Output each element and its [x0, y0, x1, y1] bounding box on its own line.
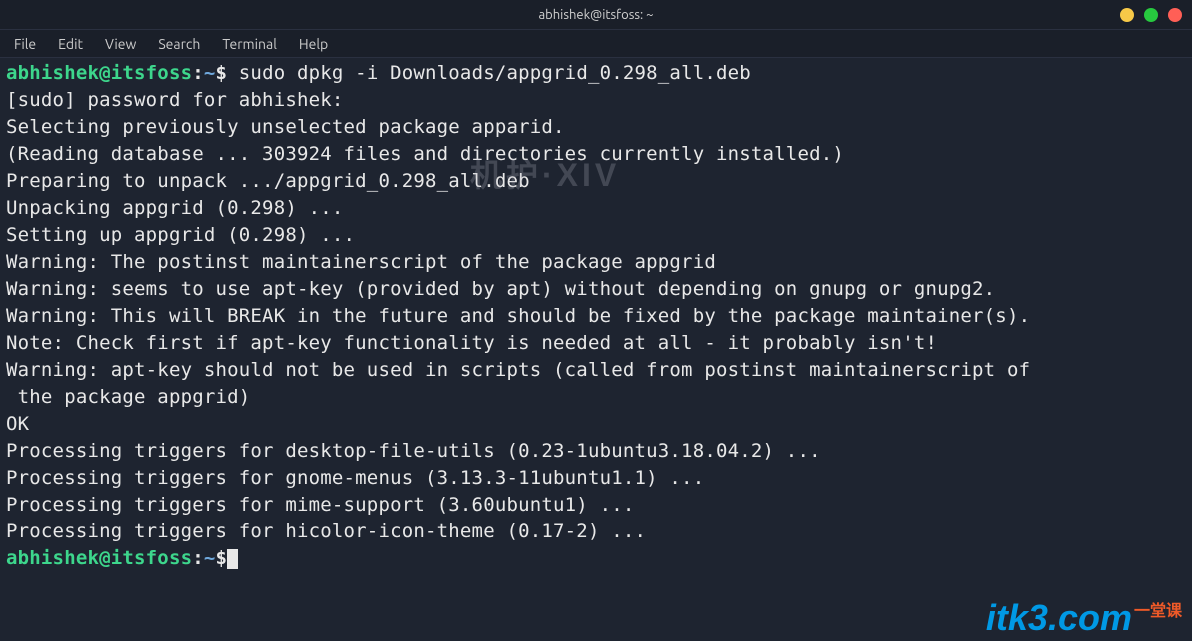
- output-line: Processing triggers for mime-support (3.…: [6, 492, 1186, 519]
- menubar: File Edit View Search Terminal Help: [0, 30, 1192, 58]
- window-title: abhishek@itsfoss: ~: [538, 8, 653, 22]
- terminal-body[interactable]: abhishek@itsfoss:~$ sudo dpkg -i Downloa…: [0, 58, 1192, 574]
- menu-terminal[interactable]: Terminal: [222, 36, 277, 52]
- output-line: Processing triggers for desktop-file-uti…: [6, 438, 1186, 465]
- output-line: Processing triggers for hicolor-icon-the…: [6, 518, 1186, 545]
- output-line: [sudo] password for abhishek:: [6, 87, 1186, 114]
- close-button[interactable]: [1168, 8, 1182, 22]
- brand-domain: itk3.com: [986, 597, 1132, 638]
- menu-file[interactable]: File: [14, 36, 36, 52]
- menu-help[interactable]: Help: [299, 36, 328, 52]
- prompt-user-host: abhishek@itsfoss: [6, 62, 192, 84]
- prompt-line-2: abhishek@itsfoss:~$: [6, 545, 1186, 572]
- prompt-line-1: abhishek@itsfoss:~$ sudo dpkg -i Downloa…: [6, 60, 1186, 87]
- prompt-path: ~: [204, 62, 216, 84]
- command-text: sudo dpkg -i Downloads/appgrid_0.298_all…: [227, 62, 751, 84]
- brand-watermark: itk3.com一堂课: [986, 597, 1182, 639]
- titlebar: abhishek@itsfoss: ~: [0, 0, 1192, 30]
- output-line: Processing triggers for gnome-menus (3.1…: [6, 465, 1186, 492]
- minimize-button[interactable]: [1120, 8, 1134, 22]
- prompt-colon: :: [192, 547, 204, 569]
- output-line: OK: [6, 411, 1186, 438]
- output-line: Preparing to unpack .../appgrid_0.298_al…: [6, 168, 1186, 195]
- output-line: Warning: apt-key should not be used in s…: [6, 357, 1186, 384]
- window-controls: [1120, 8, 1182, 22]
- maximize-button[interactable]: [1144, 8, 1158, 22]
- output-line: Warning: The postinst maintainerscript o…: [6, 249, 1186, 276]
- output-line: the package appgrid): [6, 384, 1186, 411]
- menu-view[interactable]: View: [105, 36, 136, 52]
- menu-search[interactable]: Search: [158, 36, 200, 52]
- prompt-user-host: abhishek@itsfoss: [6, 547, 192, 569]
- output-line: Setting up appgrid (0.298) ...: [6, 222, 1186, 249]
- output-line: Selecting previously unselected package …: [6, 114, 1186, 141]
- output-line: Unpacking appgrid (0.298) ...: [6, 195, 1186, 222]
- prompt-dollar: $: [216, 547, 228, 569]
- output-line: (Reading database ... 303924 files and d…: [6, 141, 1186, 168]
- output-line: Warning: seems to use apt-key (provided …: [6, 276, 1186, 303]
- brand-tagline: 一堂课: [1134, 603, 1182, 620]
- output-line: Note: Check first if apt-key functionali…: [6, 330, 1186, 357]
- prompt-colon: :: [192, 62, 204, 84]
- prompt-path: ~: [204, 547, 216, 569]
- cursor-icon: [227, 549, 238, 569]
- prompt-dollar: $: [216, 62, 228, 84]
- output-line: Warning: This will BREAK in the future a…: [6, 303, 1186, 330]
- menu-edit[interactable]: Edit: [58, 36, 83, 52]
